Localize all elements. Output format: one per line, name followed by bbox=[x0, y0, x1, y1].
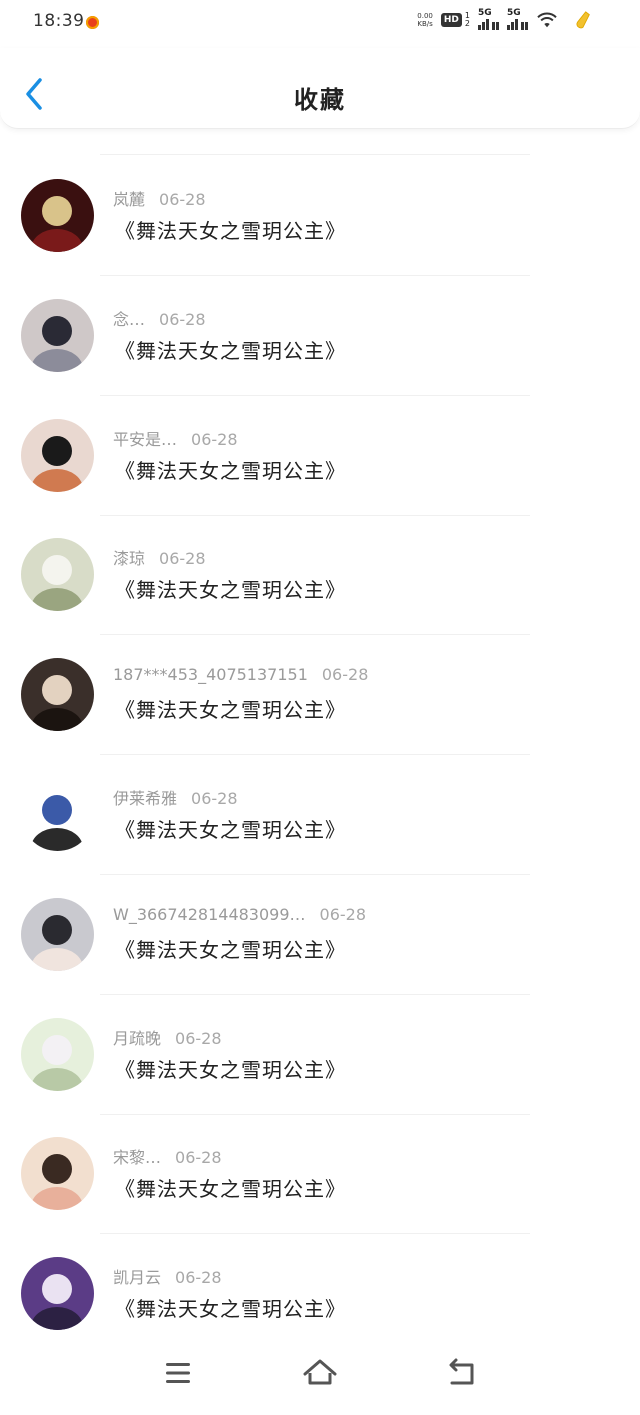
menu-icon[interactable] bbox=[158, 1353, 198, 1393]
signal-1-label: 5G bbox=[478, 8, 492, 18]
item-meta: W_3667428144830​99… 06-28 bbox=[113, 905, 366, 924]
item-date: 06-28 bbox=[175, 1028, 222, 1048]
divider bbox=[100, 394, 530, 396]
net-speed-unit: KB/s bbox=[417, 20, 433, 28]
net-speed: 0.00 KB/s bbox=[417, 12, 433, 28]
hd-icon: HD bbox=[440, 13, 462, 27]
list-item[interactable]: 岚麓 06-28 《舞法天女之雪玥公主》 bbox=[0, 179, 640, 298]
divider bbox=[100, 154, 530, 155]
item-meta: 伊莱希雅 06-28 bbox=[113, 785, 238, 809]
avatar[interactable] bbox=[21, 298, 94, 372]
item-title: 《舞法天女之雪玥公主》 bbox=[115, 937, 346, 962]
item-meta: 月疏晚 06-28 bbox=[113, 1025, 222, 1049]
user-name: 平安是… bbox=[113, 429, 178, 449]
item-title: 《舞法天女之雪玥公主》 bbox=[115, 1297, 346, 1322]
user-name: 月疏晚 bbox=[113, 1028, 162, 1048]
battery-icon bbox=[576, 11, 590, 29]
item-meta: 187***453_4075137151 06-28 bbox=[113, 665, 368, 684]
item-title: 《舞法天女之雪玥公主》 bbox=[115, 698, 346, 723]
item-date: 06-28 bbox=[175, 1148, 222, 1168]
divider bbox=[100, 1113, 530, 1115]
list-item[interactable]: 平安是… 06-28 《舞法天女之雪玥公主》 bbox=[0, 418, 640, 538]
avatar[interactable] bbox=[21, 538, 94, 612]
list-item[interactable]: 宋黎… 06-28 《舞法天女之雪玥公主》 bbox=[0, 1137, 640, 1256]
user-name: 宋黎… bbox=[113, 1148, 162, 1168]
signal-2-label: 5G bbox=[507, 8, 521, 18]
status-bar: 18:39 0.00 KB/s HD 1 2 5G 5G bbox=[0, 0, 640, 48]
list-item[interactable]: 月疏晚 06-28 《舞法天女之雪玥公主》 bbox=[0, 1017, 640, 1137]
item-meta: 漆琼 06-28 bbox=[113, 545, 206, 569]
list-item[interactable]: 念… 06-28 《舞法天女之雪玥公主》 bbox=[0, 298, 640, 418]
item-title: 《舞法天女之雪玥公主》 bbox=[115, 1057, 346, 1082]
item-title: 《舞法天女之雪玥公主》 bbox=[115, 818, 346, 842]
status-indicators: 0.00 KB/s HD 1 2 5G 5G bbox=[417, 8, 592, 30]
avatar[interactable] bbox=[21, 1017, 94, 1091]
item-date: 06-28 bbox=[321, 665, 369, 685]
avatar[interactable] bbox=[21, 1137, 94, 1211]
system-nav-bar bbox=[0, 1335, 640, 1415]
item-date: 06-28 bbox=[159, 190, 206, 209]
item-date: 06-28 bbox=[191, 789, 238, 808]
wifi-icon bbox=[537, 12, 557, 28]
user-name: 岚麓 bbox=[113, 190, 146, 209]
user-name: 念… bbox=[113, 309, 146, 329]
signal-icon-1: 5G bbox=[478, 8, 499, 30]
item-date: 06-28 bbox=[319, 904, 367, 924]
notification-icon bbox=[86, 16, 99, 29]
user-name: 凯月云 bbox=[113, 1268, 162, 1288]
item-title: 《舞法天女之雪玥公主》 bbox=[115, 1177, 346, 1202]
item-title: 《舞法天女之雪玥公主》 bbox=[115, 219, 346, 243]
avatar[interactable] bbox=[21, 179, 94, 252]
item-date: 06-28 bbox=[175, 1268, 222, 1288]
item-meta: 平安是… 06-28 bbox=[113, 426, 238, 450]
avatar[interactable] bbox=[21, 897, 94, 971]
divider bbox=[100, 1233, 530, 1235]
avatar[interactable] bbox=[21, 418, 94, 492]
app-header: 收藏 bbox=[0, 48, 640, 129]
list-item[interactable]: 187***453_4075137151 06-28 《舞法天女之雪玥公主》 bbox=[0, 658, 640, 777]
divider bbox=[100, 634, 530, 636]
item-date: 06-28 bbox=[159, 549, 206, 569]
back-icon[interactable] bbox=[442, 1353, 482, 1393]
item-title: 《舞法天女之雪玥公主》 bbox=[115, 578, 346, 603]
user-name: 漆琼 bbox=[113, 549, 146, 569]
item-meta: 念… 06-28 bbox=[113, 306, 206, 330]
item-title: 《舞法天女之雪玥公主》 bbox=[115, 458, 346, 483]
page-title: 收藏 bbox=[294, 86, 346, 114]
divider bbox=[100, 514, 530, 516]
item-meta: 岚麓 06-28 bbox=[113, 186, 206, 210]
user-name: W_3667428144830​99… bbox=[113, 904, 306, 924]
divider bbox=[100, 275, 530, 276]
avatar[interactable] bbox=[21, 1257, 94, 1331]
divider bbox=[100, 874, 530, 875]
net-speed-value: 0.00 bbox=[417, 12, 433, 20]
divider bbox=[100, 993, 530, 995]
divider bbox=[100, 754, 530, 756]
list-item[interactable]: 伊莱希雅 06-28 《舞法天女之雪玥公主》 bbox=[0, 778, 640, 897]
user-name: 187***453_4075137151 bbox=[113, 665, 308, 685]
user-name: 伊莱希雅 bbox=[113, 789, 178, 808]
home-icon[interactable] bbox=[300, 1353, 340, 1393]
list-item[interactable]: W_3667428144830​99… 06-28 《舞法天女之雪玥公主》 bbox=[0, 897, 640, 1017]
item-date: 06-28 bbox=[191, 429, 238, 449]
signal-icon-2: 5G bbox=[507, 8, 528, 30]
avatar[interactable] bbox=[21, 658, 94, 732]
list-item[interactable]: 漆琼 06-28 《舞法天女之雪玥公主》 bbox=[0, 538, 640, 657]
status-time: 18:39 bbox=[33, 11, 85, 31]
item-meta: 凯月云 06-28 bbox=[113, 1264, 222, 1288]
item-title: 《舞法天女之雪玥公主》 bbox=[115, 338, 346, 363]
sim-slot-indicator: 1 2 bbox=[464, 11, 470, 28]
item-meta: 宋黎… 06-28 bbox=[113, 1144, 222, 1168]
avatar[interactable] bbox=[21, 778, 94, 851]
item-date: 06-28 bbox=[159, 309, 206, 329]
